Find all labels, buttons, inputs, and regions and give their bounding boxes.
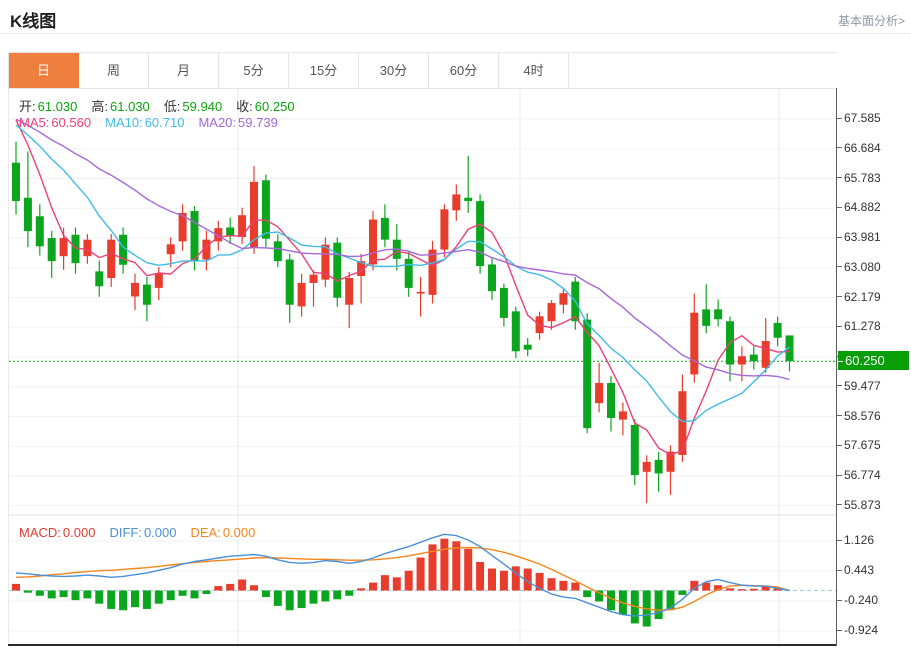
legend-value: 60.560 [51,115,91,130]
axis-tick [837,600,842,601]
axis-tick-label: 63.080 [844,260,881,274]
axis-tick-label: 65.783 [844,171,881,185]
axis-tick-label: 61.278 [844,319,881,333]
axis-tick [837,237,842,238]
axis-tick-label: 66.684 [844,141,881,155]
axis-tick-label: 57.675 [844,438,881,452]
axis-tick-label: 55.873 [844,498,881,512]
price-tick-label: 64.882 [837,200,881,215]
legend-label: 低: [164,99,181,114]
tab-15min[interactable]: 15分 [289,53,359,89]
legend-label: 开: [19,99,36,114]
axis-tick [837,266,842,267]
axis-tick [837,445,842,446]
legend-value: 60.250 [255,99,295,114]
chart-area: 开:61.030高:61.030低:59.940收:60.250 MA5:60.… [8,88,836,646]
price-tick-label: 61.278 [837,319,881,334]
price-tick-label: 57.675 [837,438,881,453]
axis-tick [837,177,842,178]
axis-tick-label: 63.981 [844,230,881,244]
axis-tick [837,475,842,476]
legend-label: MA20: [198,115,236,130]
price-tick-label: 58.576 [837,408,881,423]
macd-legend: MACD:0.000DIFF:0.000DEA:0.000 [19,525,269,540]
axis-tick-label: 64.882 [844,200,881,214]
title-divider [0,33,911,34]
price-tick-label: 63.981 [837,230,881,245]
legend-value: 59.739 [238,115,278,130]
period-tabbar: 日周月5分15分30分60分4时 [8,52,569,89]
legend-label: DIFF: [109,525,142,540]
macd-tick-label: -0.240 [837,593,878,608]
last-price-badge: 60.250 [838,351,909,370]
fundamental-analysis-link[interactable]: 基本面分析> [838,12,905,29]
legend-value: 60.710 [145,115,185,130]
price-tick-label: 63.080 [837,259,881,274]
legend-value: 0.000 [144,525,177,540]
axis-tick-label: -0.924 [844,623,878,637]
axis-tick [837,296,842,297]
price-tick-label: 55.873 [837,497,881,512]
axis-tick-label: -0.240 [844,593,878,607]
kline-macd-plot[interactable] [9,89,837,647]
axis-tick-label: 0.443 [844,563,874,577]
price-axis-column: -0.924 -0.240 0.443 1.126 55.873 56.774 57.675… [836,88,911,646]
tab-4hour[interactable]: 4时 [499,53,569,89]
legend-label: DEA: [190,525,220,540]
price-tick-label: 65.783 [837,170,881,185]
price-tick-label: 59.477 [837,378,881,393]
axis-tick [837,118,842,119]
axis-tick [837,385,842,386]
price-tick-label: 62.179 [837,289,881,304]
price-tick-label: 66.684 [837,140,881,155]
legend-value: 61.030 [110,99,150,114]
kline-widget: K线图 基本面分析> 日周月5分15分30分60分4时 开:61.030高:61… [0,0,911,648]
price-tick-label: 67.585 [837,111,881,126]
legend-value: 0.000 [63,525,96,540]
macd-tick-label: 1.126 [837,533,874,548]
tab-day[interactable]: 日 [9,53,79,89]
axis-tick [837,207,842,208]
axis-tick [837,504,842,505]
legend-label: 高: [91,99,108,114]
ma-legend: MA5:60.560 MA10:60.710 MA20:59.739 [19,115,292,130]
axis-tick-label: 1.126 [844,533,874,547]
tab-60min[interactable]: 60分 [429,53,499,89]
axis-tick [837,570,842,571]
macd-tick-label: -0.924 [837,623,878,638]
chart-bottom-border [8,644,836,646]
legend-value: 0.000 [223,525,256,540]
legend-label: 收: [236,99,253,114]
axis-tick [838,361,843,362]
tab-week[interactable]: 周 [79,53,149,89]
axis-tick-label: 56.774 [844,468,881,482]
page-title: K线图 [10,7,56,32]
axis-tick [837,630,842,631]
price-tick-label: 56.774 [837,468,881,483]
axis-tick [837,326,842,327]
legend-label: MA5: [19,115,49,130]
legend-value: 61.030 [38,99,78,114]
axis-tick-label: 59.477 [844,379,881,393]
axis-tick-label: 67.585 [844,111,881,125]
axis-tick [837,540,842,541]
axis-tick [837,415,842,416]
axis-tick-label: 58.576 [844,409,881,423]
ohlc-legend: 开:61.030高:61.030低:59.940收:60.250 [19,96,309,115]
axis-tick-label: 62.179 [844,290,881,304]
legend-value: 59.940 [182,99,222,114]
tab-30min[interactable]: 30分 [359,53,429,89]
macd-tick-label: 0.443 [837,563,874,578]
tab-5min[interactable]: 5分 [219,53,289,89]
tabbar-top-rule [568,52,836,53]
legend-label: MACD: [19,525,61,540]
legend-label: MA10: [105,115,143,130]
axis-tick [837,147,842,148]
tab-month[interactable]: 月 [149,53,219,89]
